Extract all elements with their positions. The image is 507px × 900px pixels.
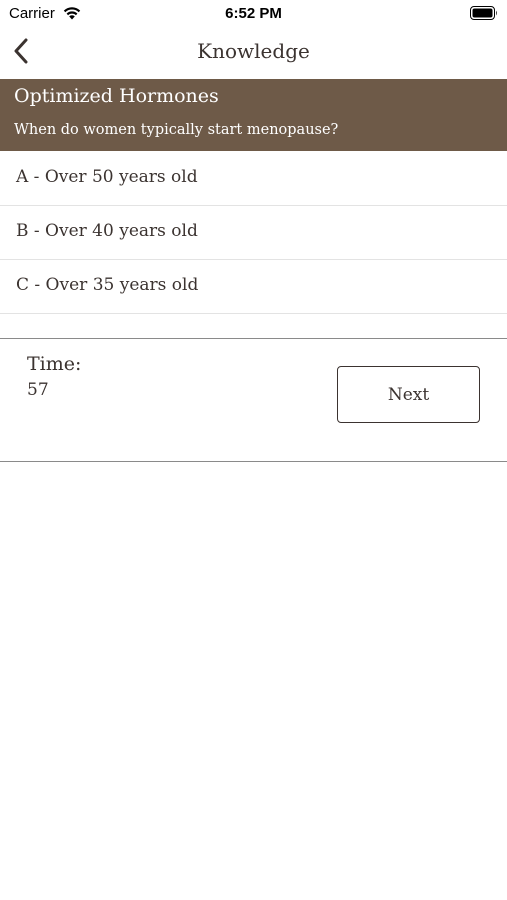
quiz-footer: Time: 57 Next <box>0 338 507 462</box>
quiz-category: Optimized Hormones <box>14 85 219 107</box>
battery-icon <box>470 6 498 20</box>
answer-option-b[interactable]: B - Over 40 years old <box>0 206 507 260</box>
page-title: Knowledge <box>197 39 310 63</box>
next-button[interactable]: Next <box>337 366 480 423</box>
answer-option-label: B - Over 40 years old <box>16 221 198 241</box>
answer-option-label: A - Over 50 years old <box>16 167 198 187</box>
status-bar: Carrier 6:52 PM <box>0 0 507 28</box>
answer-option-a[interactable]: A - Over 50 years old <box>0 152 507 206</box>
question-header: Optimized Hormones When do women typical… <box>0 79 507 151</box>
answer-list: A - Over 50 years old B - Over 40 years … <box>0 152 507 314</box>
status-time: 6:52 PM <box>225 5 282 22</box>
answer-option-label: C - Over 35 years old <box>16 275 199 295</box>
navigation-bar: Knowledge <box>0 28 507 78</box>
timer-value: 57 <box>27 380 49 400</box>
timer-label: Time: <box>27 353 82 375</box>
quiz-question: When do women typically start menopause? <box>14 122 339 138</box>
answer-option-c[interactable]: C - Over 35 years old <box>0 260 507 314</box>
